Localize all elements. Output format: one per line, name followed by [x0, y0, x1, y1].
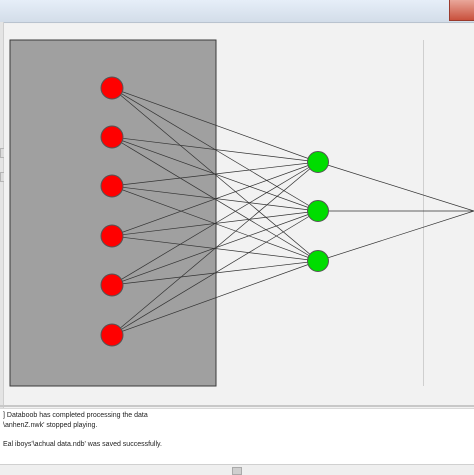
- neural-network-diagram: [9, 39, 474, 387]
- connection-line: [317, 210, 474, 262]
- input-neuron[interactable]: [100, 125, 124, 149]
- connection-line: [317, 161, 474, 212]
- input-neuron[interactable]: [100, 273, 124, 297]
- pane-separator[interactable]: [0, 405, 474, 407]
- log-line: ] Databoob has completed processing the …: [3, 412, 148, 419]
- input-neuron[interactable]: [100, 224, 124, 248]
- log-line: \anhenZ.nwk' stopped playing.: [3, 422, 98, 429]
- hidden-neuron[interactable]: [307, 200, 329, 222]
- log-line: Eal iboys'\achual data.ndb' was saved su…: [3, 441, 162, 448]
- input-neuron[interactable]: [100, 174, 124, 198]
- input-neuron[interactable]: [100, 323, 124, 347]
- horizontal-scrollbar[interactable]: [0, 464, 474, 475]
- hidden-neuron[interactable]: [307, 250, 329, 272]
- input-neuron[interactable]: [100, 76, 124, 100]
- output-log: ] Databoob has completed processing the …: [0, 408, 474, 475]
- hidden-neuron[interactable]: [307, 151, 329, 173]
